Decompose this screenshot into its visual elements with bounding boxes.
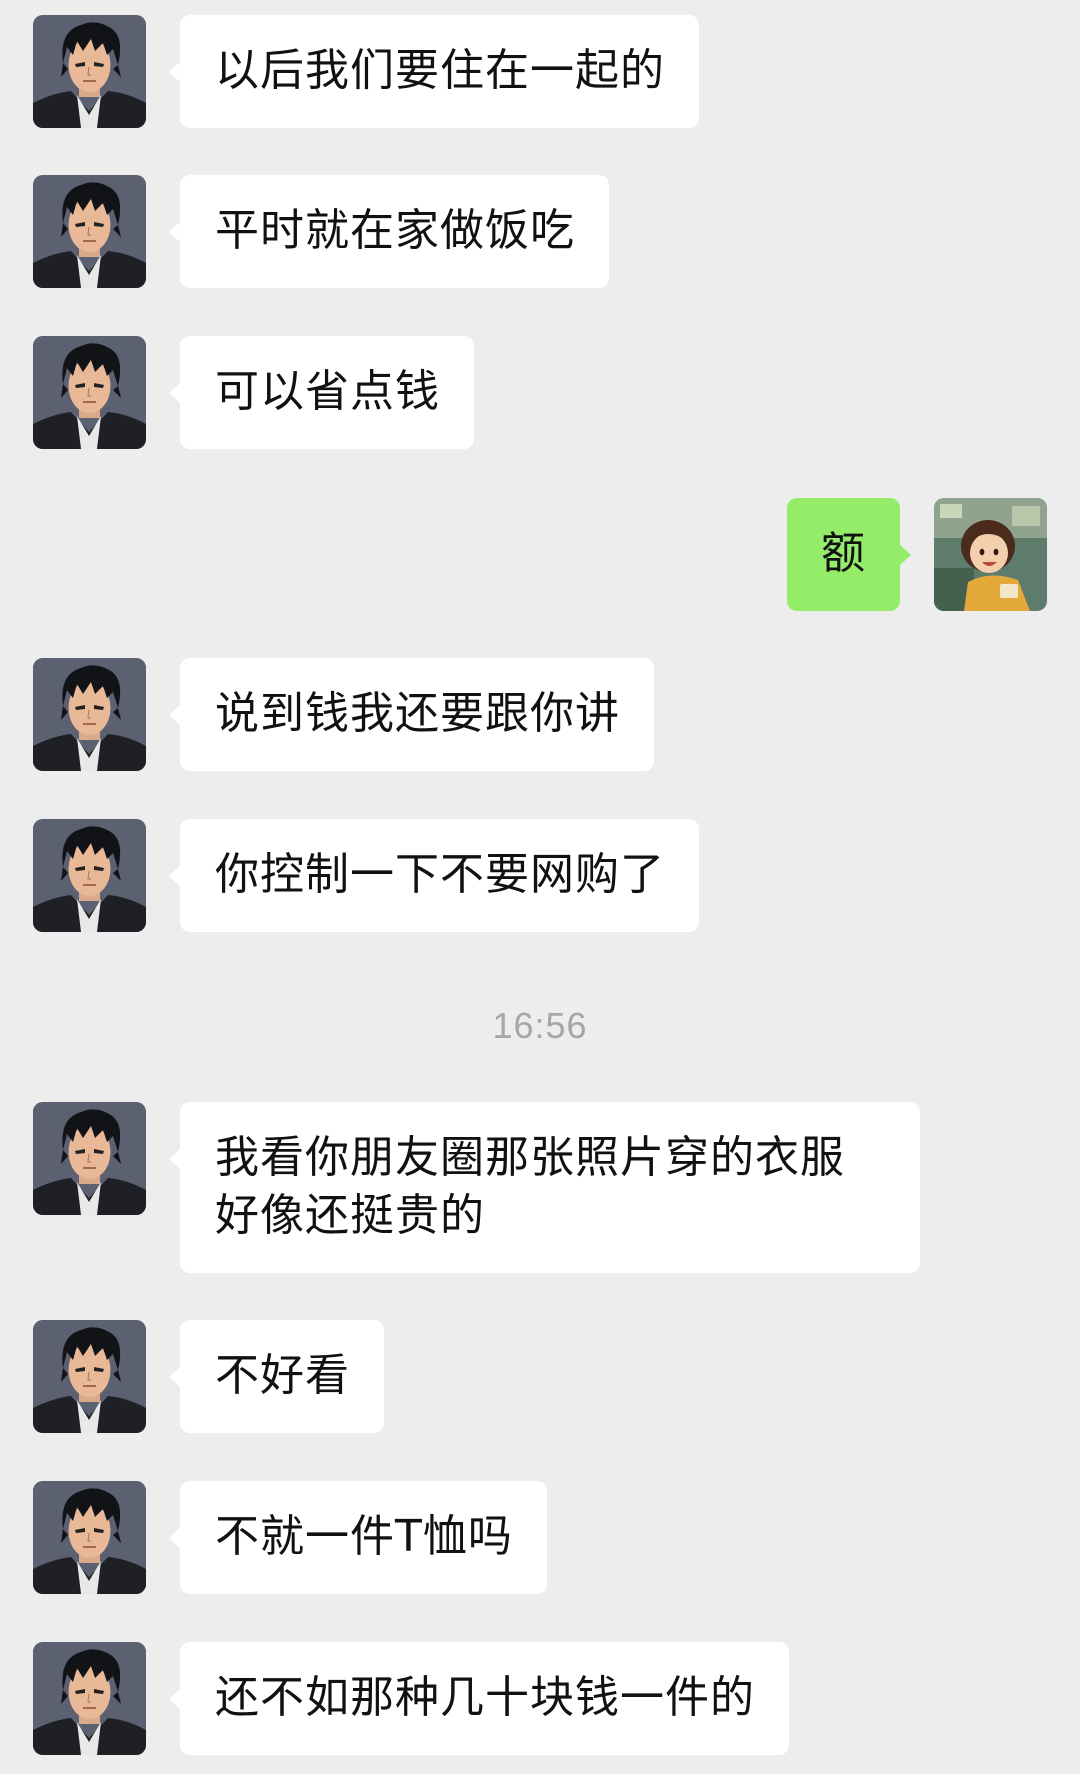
bubble-tail <box>169 1148 181 1170</box>
contact-avatar[interactable] <box>33 658 146 771</box>
message-bubble[interactable]: 你控制一下不要网购了 <box>169 819 699 932</box>
man-dark-hair-avatar-icon <box>33 658 146 771</box>
man-dark-hair-avatar-icon <box>33 819 146 932</box>
bubble-tail <box>169 1366 181 1388</box>
message-bubble[interactable]: 平时就在家做饭吃 <box>169 175 609 288</box>
message-text: 不好看 <box>215 1350 350 1401</box>
message-bubble[interactable]: 不就一件T恤吗 <box>169 1481 547 1594</box>
contact-avatar[interactable] <box>33 1102 146 1215</box>
message-text: 说到钱我还要跟你讲 <box>215 688 620 739</box>
self-avatar[interactable] <box>934 498 1047 611</box>
message-bubble[interactable]: 我看你朋友圈那张照片穿的衣服好像还挺贵的 <box>169 1102 920 1273</box>
message-text: 额 <box>821 528 866 579</box>
message-text: 你控制一下不要网购了 <box>215 849 665 900</box>
contact-avatar[interactable] <box>33 1642 146 1755</box>
timestamp: 16:56 <box>492 1005 588 1046</box>
message-bubble-self[interactable]: 额 <box>787 498 911 611</box>
message-text: 不就一件T恤吗 <box>215 1511 513 1562</box>
chat-window[interactable]: 以后我们要住在一起的 平时就在家做饭吃 可以省点钱 额 说到钱我还要跟你讲 你控… <box>0 0 1080 1774</box>
man-dark-hair-avatar-icon <box>33 1102 146 1215</box>
message-text: 以后我们要住在一起的 <box>215 45 665 96</box>
contact-avatar[interactable] <box>33 15 146 128</box>
bubble-tail <box>169 382 181 404</box>
bubble-tail <box>169 1527 181 1549</box>
bubble-tail <box>169 704 181 726</box>
contact-avatar[interactable] <box>33 175 146 288</box>
man-dark-hair-avatar-icon <box>33 175 146 288</box>
bubble-tail <box>169 1688 181 1710</box>
message-bubble[interactable]: 不好看 <box>169 1320 384 1433</box>
contact-avatar[interactable] <box>33 819 146 932</box>
bubble-tail <box>899 544 911 566</box>
man-dark-hair-avatar-icon <box>33 336 146 449</box>
bubble-tail <box>169 865 181 887</box>
contact-avatar[interactable] <box>33 1320 146 1433</box>
man-dark-hair-avatar-icon <box>33 15 146 128</box>
bubble-tail <box>169 221 181 243</box>
message-bubble[interactable]: 还不如那种几十块钱一件的 <box>169 1642 789 1755</box>
man-dark-hair-avatar-icon <box>33 1320 146 1433</box>
message-text: 我看你朋友圈那张照片穿的衣服好像还挺贵的 <box>215 1132 845 1241</box>
girl-anime-avatar-icon <box>934 498 1047 611</box>
message-bubble[interactable]: 以后我们要住在一起的 <box>169 15 699 128</box>
message-bubble[interactable]: 说到钱我还要跟你讲 <box>169 658 654 771</box>
message-bubble[interactable]: 可以省点钱 <box>169 336 474 449</box>
contact-avatar[interactable] <box>33 336 146 449</box>
man-dark-hair-avatar-icon <box>33 1642 146 1755</box>
message-text: 还不如那种几十块钱一件的 <box>215 1672 755 1723</box>
man-dark-hair-avatar-icon <box>33 1481 146 1594</box>
message-text: 可以省点钱 <box>215 366 440 417</box>
bubble-tail <box>169 61 181 83</box>
message-text: 平时就在家做饭吃 <box>215 205 575 256</box>
contact-avatar[interactable] <box>33 1481 146 1594</box>
